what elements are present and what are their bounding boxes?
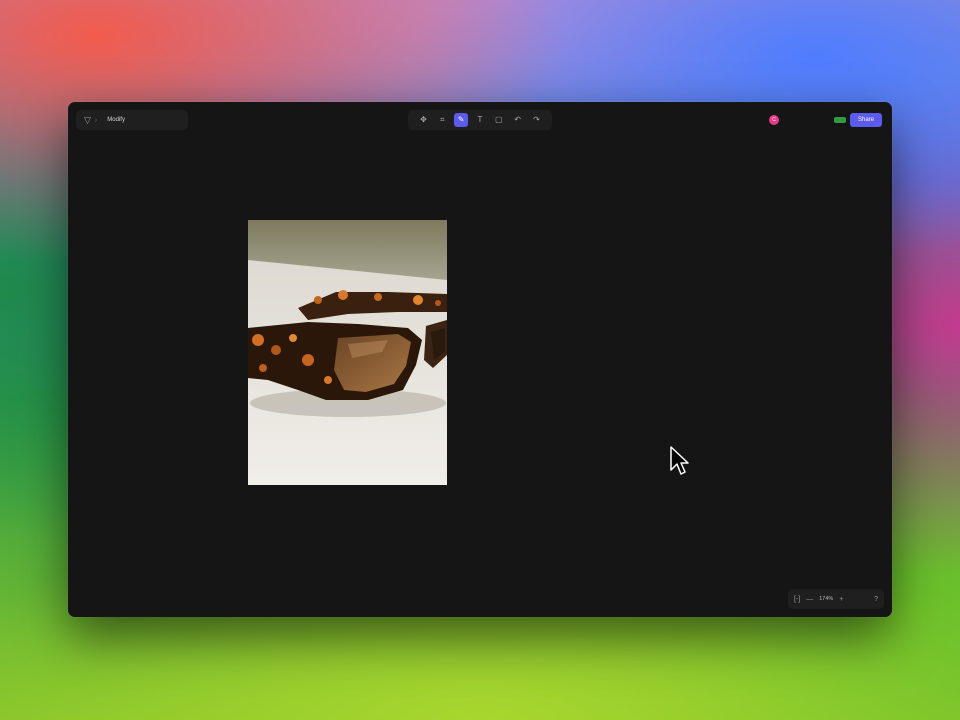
fit-screen-icon[interactable]: [-] — [794, 596, 800, 603]
zoom-level: 174% — [819, 596, 834, 602]
redo-icon[interactable]: ↷ — [529, 113, 543, 127]
zoom-in-icon[interactable]: + — [839, 596, 843, 603]
app-window: ▽ › Modify ✥ ⌗ ✎ T ▢ ↶ ↷ C Share [-] — 1… — [68, 102, 892, 617]
avatar[interactable]: C — [769, 115, 779, 125]
share-button[interactable]: Share — [850, 113, 882, 127]
status-badge — [834, 117, 846, 123]
sunglasses-photo — [248, 220, 447, 485]
undo-icon[interactable]: ↶ — [511, 113, 525, 127]
zoom-out-icon[interactable]: — — [806, 596, 813, 603]
pen-icon[interactable]: ✎ — [454, 113, 469, 127]
tool-bar: ✥ ⌗ ✎ T ▢ ↶ ↷ — [408, 110, 552, 130]
mouse-pointer-icon — [669, 446, 689, 481]
app-logo-icon: ▽ — [84, 114, 91, 125]
help-icon[interactable]: ? — [874, 596, 878, 603]
frame-icon[interactable]: ⌗ — [435, 113, 449, 127]
header-right: C Share — [769, 112, 882, 128]
rectangle-icon[interactable]: ▢ — [492, 113, 506, 127]
move-icon[interactable]: ✥ — [416, 113, 430, 127]
zoom-controls: [-] — 174% + ? — [788, 589, 884, 609]
chevron-down-icon[interactable]: › — [95, 117, 97, 124]
text-icon[interactable]: T — [473, 113, 487, 127]
canvas-image-sunglasses[interactable] — [248, 220, 447, 485]
project-name: Modify — [107, 117, 125, 123]
project-menu[interactable]: ▽ › Modify — [76, 110, 188, 130]
